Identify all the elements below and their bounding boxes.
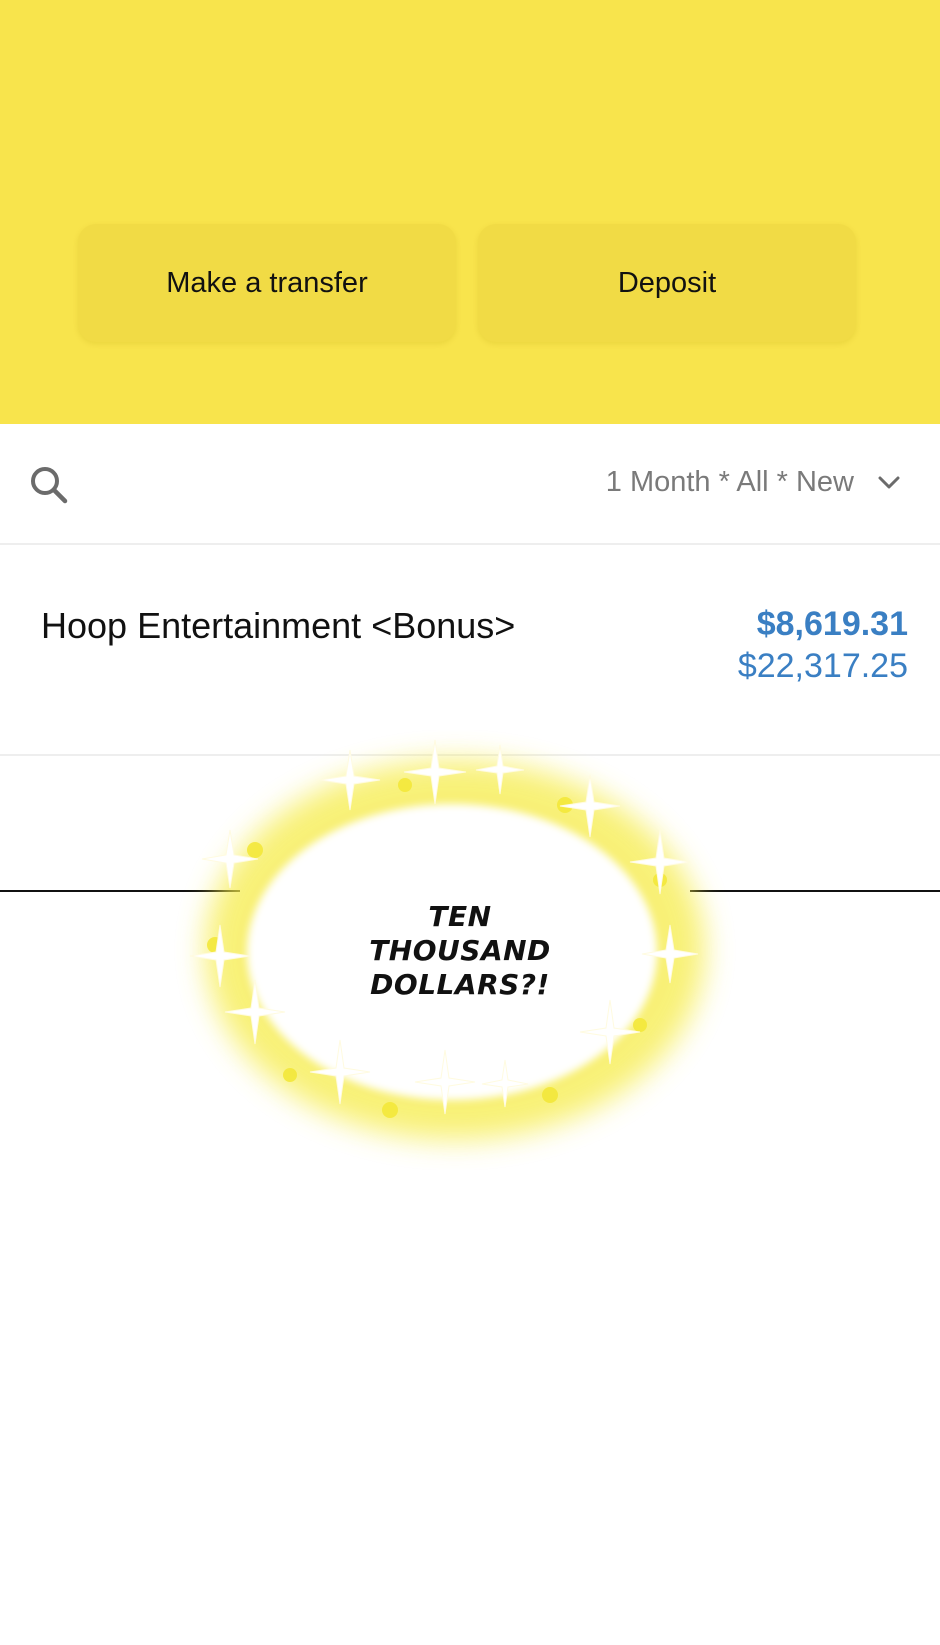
chevron-down-icon[interactable] — [876, 474, 902, 492]
transaction-amount: $8,619.31 — [756, 605, 908, 643]
make-transfer-button[interactable]: Make a transfer — [78, 224, 456, 342]
transaction-name: Hoop Entertainment <Bonus> — [41, 605, 516, 646]
speech-line-1: TEN — [428, 900, 492, 933]
deposit-button[interactable]: Deposit — [478, 224, 856, 342]
transaction-row[interactable]: Hoop Entertainment <Bonus> $8,619.31 $22… — [0, 545, 940, 756]
speech-bubble-text: TEN THOUSAND DOLLARS?! — [340, 900, 580, 1002]
transaction-balance: $22,317.25 — [737, 647, 908, 685]
search-icon[interactable] — [28, 464, 70, 506]
account-header: Make a transfer Deposit — [0, 0, 940, 424]
transaction-filter-bar: 1 Month * All * New — [0, 424, 940, 545]
speech-line-3: DOLLARS?! — [370, 968, 550, 1001]
speech-line-2: THOUSAND — [369, 934, 551, 967]
filter-dropdown[interactable]: 1 Month * All * New — [606, 466, 854, 499]
